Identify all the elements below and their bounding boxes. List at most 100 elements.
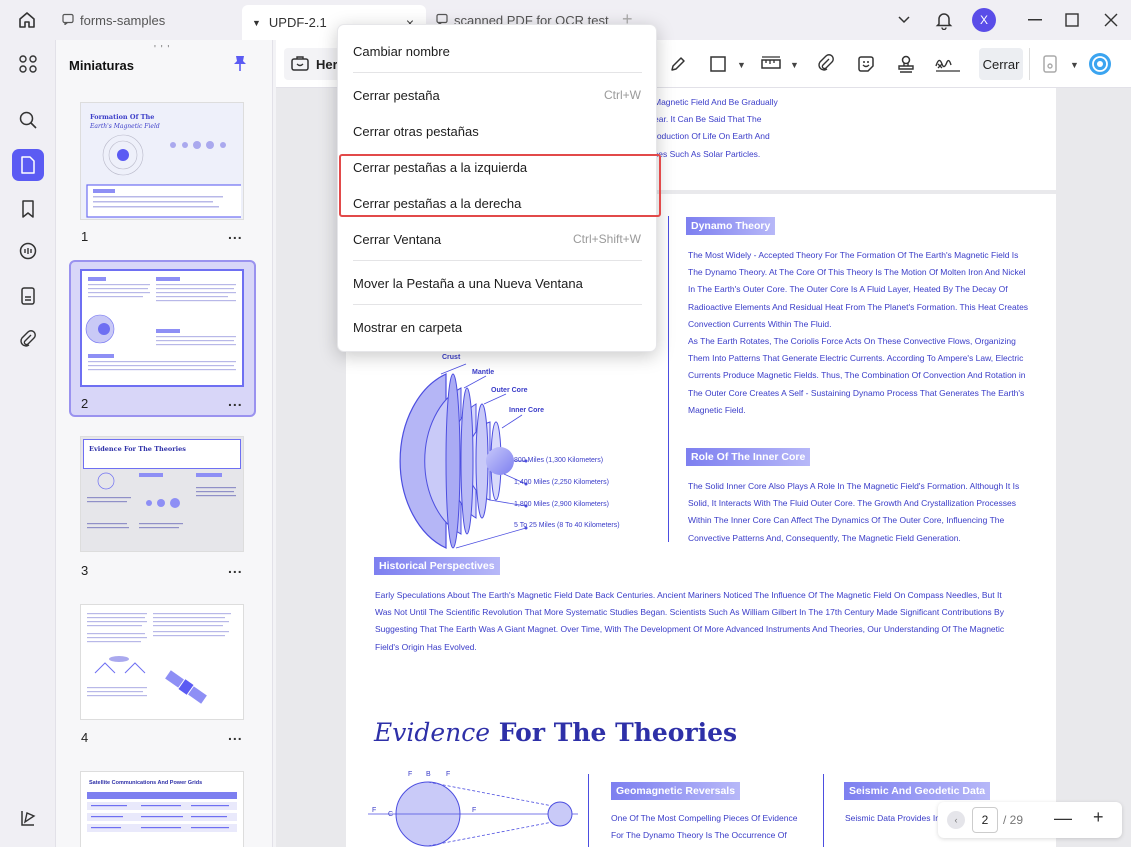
section-text: The Solid Inner Core Also Plays A Role I… [688,481,1020,543]
thumbnails-page-icon[interactable] [12,149,44,181]
section-text: Seismic Data Provides Insig [845,813,951,823]
thumbnail-more-icon[interactable]: ... [228,393,243,409]
apps-grid-icon[interactable] [12,48,44,80]
comment-icon[interactable] [12,236,44,268]
thumbnail-more-icon[interactable]: ... [228,560,243,576]
thumbnail-number: 4 [81,730,89,745]
menu-item-rename[interactable]: Cambiar nombre [338,34,658,68]
menu-separator [353,260,642,261]
save-caret-icon[interactable]: ▼ [1070,60,1079,70]
menu-separator [353,72,642,73]
menu-item-move-to-new-window[interactable]: Mover la Pestaña a una Nueva Ventana [338,266,658,300]
bell-icon[interactable] [932,8,956,32]
tools-button[interactable]: Her [284,48,344,80]
form-fields-icon[interactable] [12,280,44,312]
rectangle-icon[interactable] [706,52,730,76]
measure-caret-icon[interactable]: ▼ [790,60,799,70]
thumbnail-more-icon[interactable]: ... [228,727,243,743]
zoom-out-button[interactable]: — [1054,808,1072,829]
avatar-letter: X [972,8,996,32]
diagram-label: Mantle [472,369,495,376]
page-text: Magnetic Field And Be Gradually ear. It … [654,97,778,159]
svg-text:F: F [372,807,376,814]
pin-icon[interactable] [232,54,248,77]
menu-item-close-tab[interactable]: Cerrar pestaña Ctrl+W [338,78,658,112]
thumb-illustration [87,472,236,529]
highlight-annotation-box [339,154,661,217]
ai-assistant-icon[interactable] [1088,52,1112,76]
toolbox-icon [290,54,310,75]
close-window-icon[interactable] [1100,8,1122,32]
stamp-icon[interactable] [894,52,918,76]
thumb-illustration [87,792,237,832]
section-badge: Historical Perspectives [374,557,500,575]
thumbnail-panel: ' ' ' Miniaturas Formation Of The Earth'… [56,40,273,847]
diagram-label: 5 To 25 Miles (8 To 40 Kilometers) [514,522,620,529]
page-navigator: ‹ 2 / 29 — + [938,802,1122,838]
pencil-icon[interactable] [666,52,690,76]
tab-menu-caret-icon[interactable]: ▼ [252,18,261,28]
sticker-icon[interactable] [854,52,878,76]
menu-item-show-in-folder[interactable]: Mostrar en carpeta [338,310,658,344]
thumb-illustration [86,134,241,218]
section-text: The Most Widely - Accepted Theory For Th… [688,250,1029,415]
diagram-label: 1,400 Miles (2,250 Kilometers) [514,479,609,486]
thumbnail-panel-title: Miniaturas [69,58,135,73]
shape-caret-icon[interactable]: ▼ [737,60,746,70]
tools-label: Her [316,56,338,72]
page-thumbnail-2[interactable] [80,269,244,387]
previous-page-button[interactable]: ‹ [947,811,965,829]
home-icon[interactable] [14,8,40,32]
tab-label: UPDF-2.1 [268,15,327,30]
maximize-icon[interactable] [1061,8,1083,32]
layers-icon[interactable] [12,802,44,834]
page-thumbnail-5[interactable]: Satellite Communications And Power Grids [80,771,244,847]
page-thumbnail-3[interactable]: Evidence For The Theories [80,436,244,552]
panel-resize-grip[interactable]: ' ' ' [154,44,170,55]
menu-shortcut: Ctrl+W [604,88,641,102]
diagram-label: Outer Core [491,387,528,394]
thumbnail-number: 3 [81,563,89,578]
page-total: / 29 [1003,813,1024,827]
thumb-heading: Evidence For The Theories [89,445,186,453]
tab-forms-samples[interactable]: forms-samples [58,5,238,35]
page-heading: Evidence For The Theories [374,718,738,747]
diagram-label: 800 Miles (1,300 Kilometers) [514,457,604,464]
thumbnail-more-icon[interactable]: ... [228,226,243,242]
save-icon[interactable] [1038,52,1062,76]
avatar[interactable]: X [972,8,996,32]
page-number-input[interactable]: 2 [972,807,998,833]
left-rail [0,40,56,847]
diagram-label: Inner Core [509,407,545,414]
section-text: Early Speculations About The Earth's Mag… [375,590,1005,652]
bookmark-icon[interactable] [12,193,44,225]
section-badge: Seismic And Geodetic Data [844,782,991,800]
zoom-in-button[interactable]: + [1093,807,1104,828]
paperclip-icon[interactable] [814,52,838,76]
menu-shortcut: Ctrl+Shift+W [572,232,641,246]
thumbnail-number: 2 [81,396,89,411]
attachment-icon[interactable] [12,324,44,356]
thumb-heading: Satellite Communications And Power Grids [89,780,203,786]
search-icon[interactable] [12,104,44,136]
diagram-label: Crust [442,354,461,361]
menu-item-close-window[interactable]: Cerrar Ventana Ctrl+Shift+W [338,222,658,256]
page-thumbnail-4[interactable] [80,604,244,720]
tab-label: forms-samples [80,12,166,28]
thumb-illustration [87,613,231,704]
tab-doc-icon [62,13,74,28]
section-badge: Geomagnetic Reversals [611,782,741,800]
section-badge: Dynamo Theory [686,217,776,235]
signature-icon[interactable] [933,52,963,76]
close-tools-button[interactable]: Cerrar [979,48,1023,80]
svg-text:C: C [388,811,393,818]
minimize-icon[interactable] [1024,8,1046,32]
svg-text:B: B [426,771,431,778]
thumb-illustration [85,277,236,371]
thumb-subheading: Earth's Magnetic Field [90,123,160,130]
measure-icon[interactable] [759,52,783,76]
tab-list-chevron-icon[interactable] [893,8,915,32]
page-thumbnail-1[interactable]: Formation Of The Earth's Magnetic Field [80,102,244,220]
menu-item-close-other-tabs[interactable]: Cerrar otras pestañas [338,114,658,148]
thumb-heading: Formation Of The [90,113,155,121]
